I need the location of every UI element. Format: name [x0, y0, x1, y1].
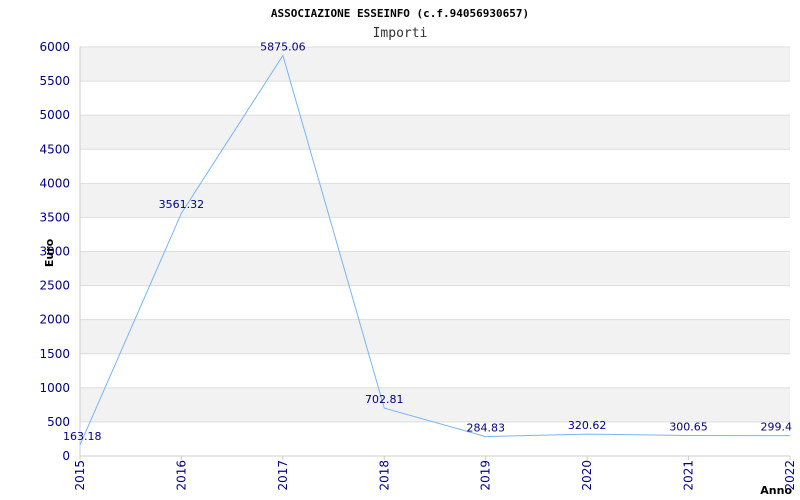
y-tick-label: 500: [47, 415, 70, 429]
data-label: 3561.32: [159, 198, 205, 211]
data-label: 320.62: [568, 419, 607, 432]
chart-title: ASSOCIAZIONE ESSEINFO (c.f.94056930657): [271, 7, 529, 20]
y-tick-label: 6000: [39, 40, 70, 54]
x-tick-labels: 2015 2016 2017 2018 2019 2020 2021 2022: [73, 456, 797, 491]
data-label: 5875.06: [260, 41, 306, 54]
data-label: 299.4: [761, 421, 793, 434]
x-tick-label: 2019: [479, 460, 493, 491]
grid-band: [80, 387, 790, 422]
x-tick-label: 2018: [377, 460, 391, 491]
y-tick-label: 3500: [39, 210, 70, 224]
x-tick-label: 2020: [580, 460, 594, 491]
y-tick-label: 4500: [39, 142, 70, 156]
data-label: 284.83: [466, 422, 505, 435]
y-axis-label: Euro: [43, 238, 56, 267]
y-tick-label: 4000: [39, 176, 70, 190]
grid-band: [80, 47, 790, 82]
grid-bands: [80, 47, 790, 422]
chart-subtitle: Importi: [373, 26, 428, 41]
grid-band: [80, 319, 790, 354]
y-tick-label: 0: [62, 449, 70, 463]
y-tick-label: 1000: [39, 381, 70, 395]
line-chart: 0500100015002000250030003500400045005000…: [39, 7, 797, 497]
y-tick-label: 1500: [39, 347, 70, 361]
grid-band: [80, 115, 790, 150]
y-tick-label: 2500: [39, 279, 70, 293]
data-label: 300.65: [669, 421, 708, 434]
grid-band: [80, 251, 790, 286]
data-labels: 163.18 3561.32 5875.06 702.81 284.83 320.62 30…: [63, 41, 792, 443]
data-label: 163.18: [63, 430, 102, 443]
y-tick-label: 5500: [39, 74, 70, 88]
y-tick-label: 2000: [39, 313, 70, 327]
x-tick-label: 2016: [174, 460, 188, 491]
x-tick-label: 2017: [276, 460, 290, 491]
data-label: 702.81: [365, 393, 404, 406]
x-tick-label: 2015: [73, 460, 87, 491]
x-axis-label: Anno: [760, 484, 792, 497]
x-tick-label: 2021: [682, 460, 696, 491]
series-line: [79, 54, 791, 446]
y-tick-label: 5000: [39, 108, 70, 122]
